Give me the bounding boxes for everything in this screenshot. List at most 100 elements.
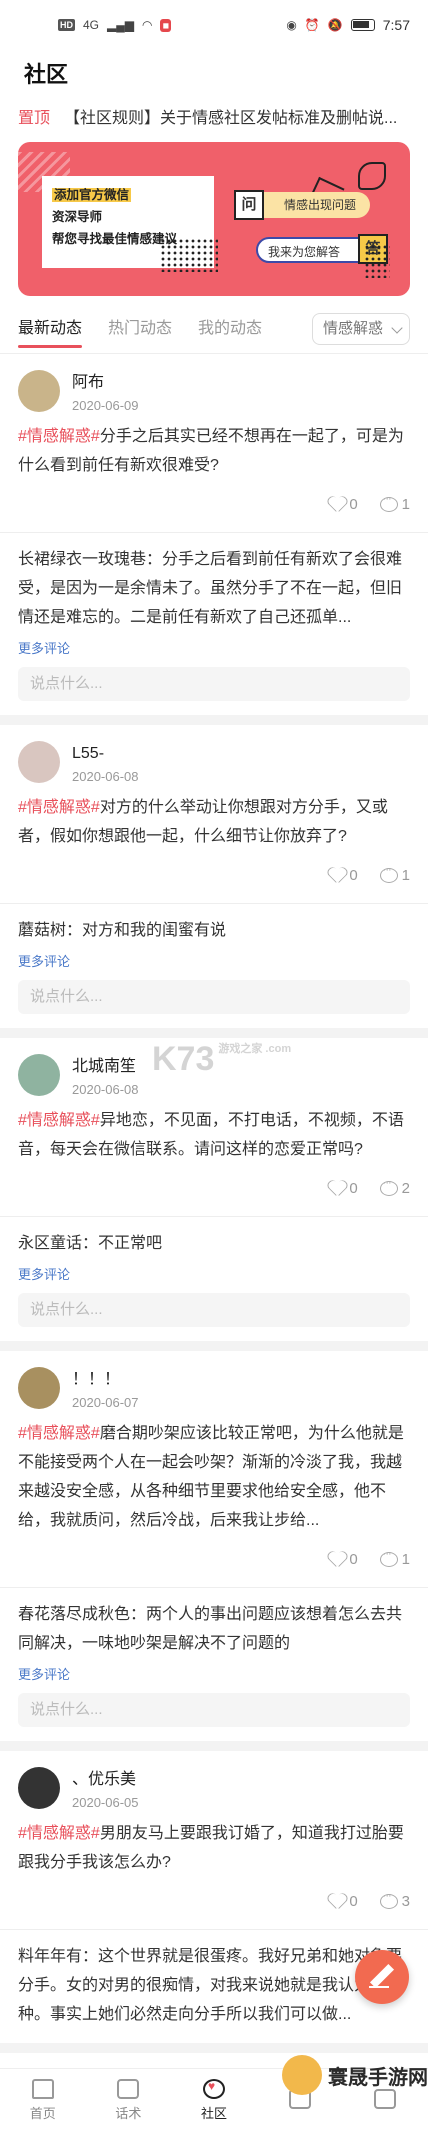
avatar[interactable] [18,370,60,412]
post-actions: 02 [18,1176,410,1200]
post-author[interactable]: L55- [72,741,139,767]
avatar[interactable] [18,741,60,783]
more-comments-link[interactable]: 更多评论 [18,1264,410,1283]
post-author[interactable]: 阿布 [72,370,139,396]
comment-icon [379,493,398,512]
more-comments-link[interactable]: 更多评论 [18,638,410,657]
post-content[interactable]: #情感解惑#男朋友马上要跟我订婚了，知道我打过胎要跟我分手我该怎么办? [18,1819,410,1877]
post-meta: 阿布 2020-06-09 [72,366,139,416]
comment-text: 不正常吧 [98,1235,163,1252]
signal-bars-icon: ▂▄▆ [107,18,134,32]
comment-count: 1 [401,495,410,513]
like-button[interactable]: 0 [329,867,357,884]
comment-preview[interactable]: 蘑菇树：对方和我的闺蜜有说 [18,916,410,945]
divider [0,903,428,904]
wechat-banner[interactable]: 添加官方微信 资深导师 帮您寻找最佳情感建议 情感出现问题 问 我来为您解答 答 [18,142,410,296]
comment-preview[interactable]: 料年年有：这个世界就是很蛋疼。我好兄弟和她对象要分手。女的对男的很痴情，对我来说… [18,1942,410,2029]
comment-user: 永区童话： [18,1235,99,1252]
post-content[interactable]: #情感解惑#磨合期吵架应该比较正常吧，为什么他就是不能接受两个人在一起会吵架？渐… [18,1419,410,1535]
comment-count: 1 [401,866,410,884]
tabbar-community[interactable]: 社区 [171,2069,257,2132]
tabbar-scripts[interactable]: 话术 [86,2069,172,2132]
post-content[interactable]: #情感解惑#分手之后其实已经不想再在一起了，可是为什么看到前任有新欢很难受? [18,422,410,480]
post-tag[interactable]: #情感解惑# [18,428,100,445]
heart-icon [329,1893,345,1909]
post-date: 2020-06-09 [72,398,139,413]
like-count: 0 [349,1179,358,1197]
tabbar-community-label: 社区 [200,2106,227,2121]
post-list: 阿布 2020-06-09 #情感解惑#分手之后其实已经不想再在一起了，可是为什么看… [0,354,428,2053]
watermark-text: 寰晟手游网 [328,2066,428,2089]
alarm-icon: ⏰ [304,18,320,32]
quill-icon [358,162,386,190]
post-content[interactable]: #情感解惑#异地恋，不见面，不打电话，不视频，不语音，每天会在微信联系。请问这样… [18,1106,410,1164]
wifi-icon: ◠ [141,18,153,32]
comment-button[interactable]: 1 [379,864,410,884]
post-card[interactable]: 、优乐美 2020-06-05 #情感解惑#男朋友马上要跟我订婚了，知道我打过胎要跟… [0,1751,428,2053]
comment-button[interactable]: 3 [379,1890,410,1910]
comment-preview[interactable]: 永区童话：不正常吧 [18,1229,410,1258]
avatar[interactable] [18,1054,60,1096]
post-author[interactable]: 北城南笙 [72,1054,139,1080]
post-tag[interactable]: #情感解惑# [18,1112,100,1129]
tab-latest[interactable]: 最新动态 [18,304,83,354]
more-comments-link[interactable]: 更多评论 [18,1664,410,1683]
post-card[interactable]: 阿布 2020-06-09 #情感解惑#分手之后其实已经不想再在一起了，可是为什么看… [0,354,428,725]
signal-icon: 4G [83,18,100,32]
reply-input[interactable]: 说点什么... [18,667,410,701]
post-tag[interactable]: #情感解惑# [18,1425,100,1442]
question-icon: 问 [234,190,264,220]
comment-preview[interactable]: 长裙绿衣一玫瑰巷：分手之后看到前任有新欢了会很难受，是因为一是余情未了。虽然分手… [18,545,410,632]
tab-hot[interactable]: 热门动态 [108,304,172,354]
comment-button[interactable]: 2 [379,1177,410,1197]
post-tag[interactable]: #情感解惑# [18,799,100,816]
comment-preview[interactable]: 春花落尽成秋色：两个人的事出问题应该想着怎么去共同解决，一味地吵架是解决不了问题… [18,1600,410,1658]
reply-input[interactable]: 说点什么... [18,1693,410,1727]
watermark-logo [282,2055,322,2095]
post-date: 2020-06-05 [72,1795,139,1810]
category-select[interactable]: 情感解惑 [311,312,410,345]
avatar[interactable] [18,1767,60,1809]
heart-icon [329,496,345,512]
reply-input[interactable]: 说点什么... [18,1293,410,1327]
like-button[interactable]: 0 [329,1180,357,1197]
comment-icon [379,1890,398,1909]
like-button[interactable]: 0 [329,496,357,513]
pinned-notice[interactable]: 置顶 【社区规则】关于情感社区发帖标准及删帖说... [0,96,428,136]
post-actions: 01 [18,1547,410,1571]
post-tag[interactable]: #情感解惑# [18,1825,100,1842]
comment-button[interactable]: 1 [379,493,410,513]
compose-button[interactable] [355,1950,409,2004]
comment-text: 对方和我的闺蜜有说 [82,922,227,939]
banner-dots [160,238,218,272]
post-author[interactable]: ！！！ [72,1367,139,1393]
like-count: 0 [349,1550,358,1568]
post-card[interactable]: 北城南笙 2020-06-08 #情感解惑#异地恋，不见面，不打电话，不视频，不语音… [0,1038,428,1351]
k73-watermark-small: 游戏之家 .com [218,1043,292,1055]
comment-button[interactable]: 1 [379,1548,410,1568]
post-card[interactable]: L55- 2020-06-08 #情感解惑#对方的什么举动让你想跟对方分手，又或者，… [0,725,428,1038]
comment-icon [379,1548,398,1567]
post-author[interactable]: 、优乐美 [72,1767,139,1793]
like-button[interactable]: 0 [329,1893,357,1910]
tabbar-home[interactable]: 首页 [0,2069,86,2132]
post-content[interactable]: #情感解惑#对方的什么举动让你想跟对方分手，又或者，假如你想跟他一起，什么细节让… [18,793,410,851]
post-header: 阿布 2020-06-09 [18,366,410,416]
like-count: 0 [349,495,358,513]
post-card[interactable]: ！！！ 2020-06-07 #情感解惑#磨合期吵架应该比较正常吧，为什么他就是不能… [0,1351,428,1751]
comment-user: 春花落尽成秋色： [18,1606,147,1623]
more-comments-link[interactable]: 更多评论 [18,951,410,970]
tab-mine[interactable]: 我的动态 [198,304,262,354]
reply-input[interactable]: 说点什么... [18,980,410,1014]
status-bar: HD 4G ▂▄▆ ◠ ◼ ◉ ⏰ 🔕 7:57 [0,0,428,50]
avatar[interactable] [18,1367,60,1409]
comment-user: 蘑菇树： [18,922,83,939]
community-heart-icon [202,2079,225,2099]
divider [0,532,428,533]
like-button[interactable]: 0 [329,1551,357,1568]
post-header: L55- 2020-06-08 [18,737,410,787]
post-header: ！！！ 2020-06-07 [18,1363,410,1413]
banner-line1: 添加官方微信 [52,188,132,202]
divider [0,1216,428,1217]
category-select-value: 情感解惑 [322,319,383,337]
